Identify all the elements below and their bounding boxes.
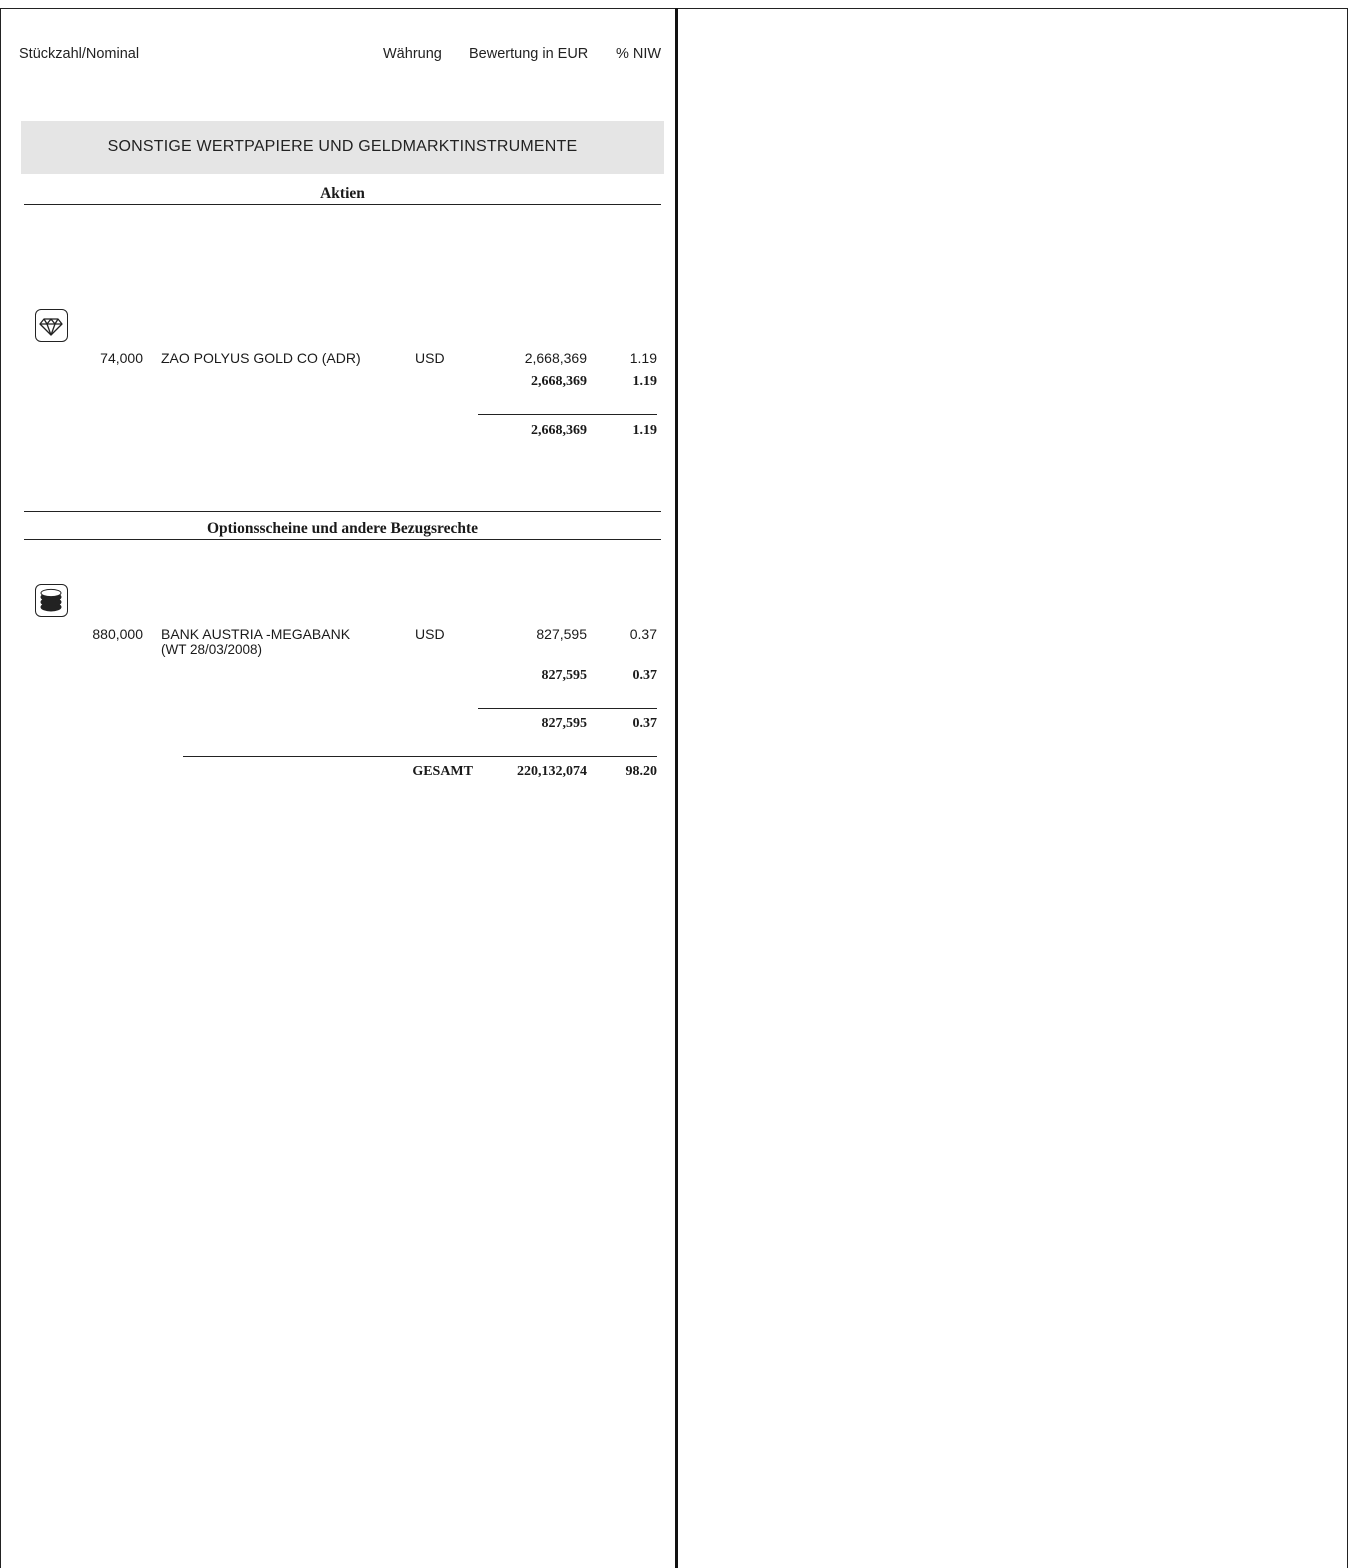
rule-aktien-total: [478, 414, 657, 415]
section-title: SONSTIGE WERTPAPIERE UND GELDMARKTINSTRU…: [107, 138, 578, 155]
coins-icon: [35, 584, 68, 617]
options-pct: 0.37: [629, 626, 657, 642]
aktien-currency: USD: [415, 350, 445, 366]
rule-options-bottom: [24, 539, 661, 540]
subheading-aktien: Aktien: [320, 185, 365, 202]
grand-total-value: 220,132,074: [517, 764, 587, 779]
options-subtotal-value: 827,595: [541, 668, 588, 683]
aktien-total-value: 2,668,369: [531, 423, 587, 438]
rule-grand-total: [183, 756, 657, 757]
header-nominal: Stückzahl/Nominal: [19, 46, 140, 62]
aktien-security-name: ZAO POLYUS GOLD CO (ADR): [161, 350, 361, 366]
aktien-subtotal-value: 2,668,369: [531, 374, 587, 389]
options-security-name-line2: (WT 28/03/2008): [161, 642, 263, 657]
column-divider: [675, 8, 678, 1568]
diamond-icon: [35, 309, 68, 342]
options-value: 827,595: [536, 626, 587, 642]
options-currency: USD: [415, 626, 445, 642]
page-frame: [0, 8, 1348, 1568]
aktien-quantity: 74,000: [100, 350, 143, 366]
grand-total-pct: 98.20: [625, 764, 658, 779]
subheading-options: Optionsscheine und andere Bezugsrechte: [206, 520, 479, 537]
options-subtotal-pct: 0.37: [632, 668, 658, 683]
options-security-name-line1: BANK AUSTRIA -MEGABANK: [161, 626, 351, 642]
header-valuation: Bewertung in EUR: [469, 46, 589, 62]
grand-total-label: GESAMT: [412, 764, 473, 779]
aktien-pct: 1.19: [629, 350, 657, 366]
rule-options-total: [478, 708, 657, 709]
header-nav-pct: % NIW: [616, 46, 662, 62]
aktien-value: 2,668,369: [524, 350, 587, 366]
options-quantity: 880,000: [92, 626, 143, 642]
rule-options-top: [24, 511, 661, 512]
header-currency: Währung: [383, 46, 442, 62]
options-total-value: 827,595: [541, 716, 588, 731]
aktien-total-pct: 1.19: [632, 423, 658, 438]
rule-aktien: [24, 204, 661, 205]
aktien-subtotal-pct: 1.19: [632, 374, 658, 389]
options-total-pct: 0.37: [632, 716, 658, 731]
section-banner: SONSTIGE WERTPAPIERE UND GELDMARKTINSTRU…: [21, 121, 664, 174]
